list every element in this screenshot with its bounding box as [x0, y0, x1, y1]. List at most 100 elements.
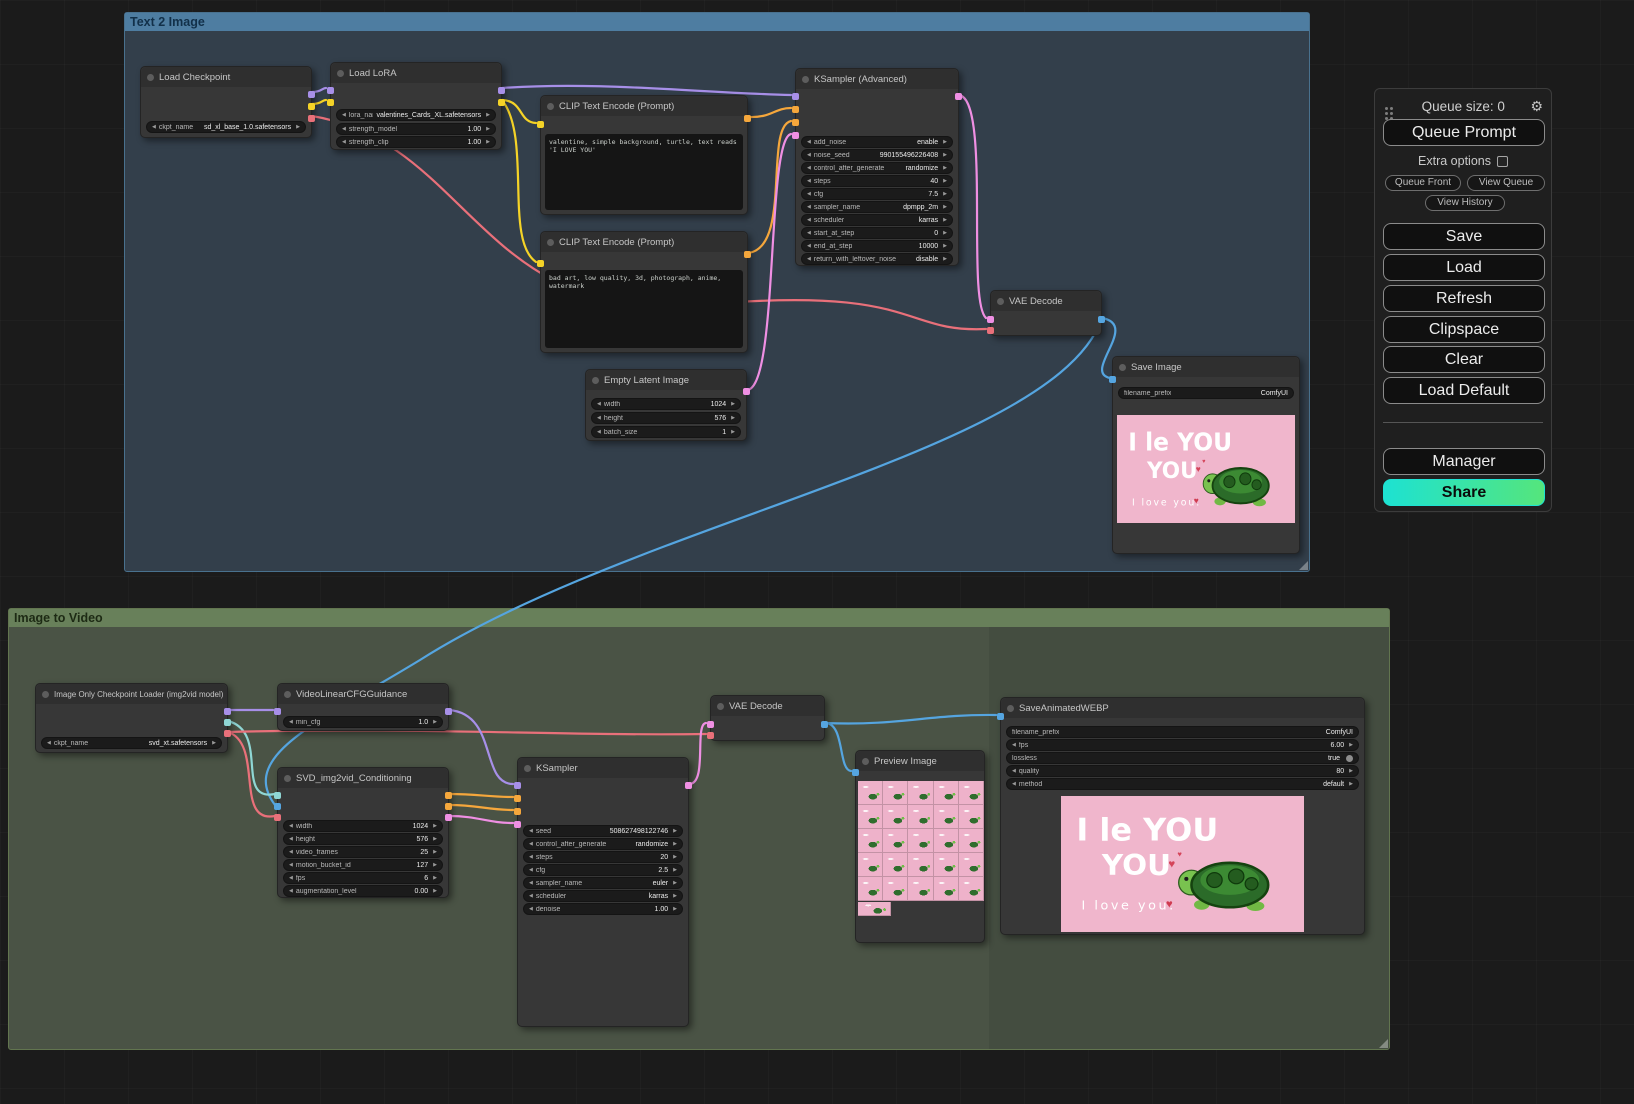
widget-fps[interactable]: fps6.00: [1006, 739, 1359, 751]
port-model-input[interactable]: [327, 87, 334, 94]
collapse-dot-icon[interactable]: [592, 377, 599, 384]
port-samples-input[interactable]: [707, 721, 714, 728]
widget-fps[interactable]: fps6: [283, 872, 443, 884]
widget-height[interactable]: height576: [591, 412, 741, 424]
collapse-dot-icon[interactable]: [547, 103, 554, 110]
widget-cfg[interactable]: cfg7.5: [801, 188, 953, 200]
widget-filename-prefix[interactable]: filename_prefixComfyUI: [1118, 387, 1294, 399]
manager-button[interactable]: Manager: [1383, 448, 1545, 475]
collapse-dot-icon[interactable]: [147, 74, 154, 81]
widget-noise-seed[interactable]: noise_seed990155496226408: [801, 149, 953, 161]
prompt-textarea[interactable]: valentine, simple background, turtle, te…: [545, 134, 743, 210]
port-model-input[interactable]: [514, 782, 521, 789]
queue-front-button[interactable]: Queue Front: [1385, 175, 1461, 191]
widget-sampler-name[interactable]: sampler_nameeuler: [523, 877, 683, 889]
port-clip-input[interactable]: [537, 121, 544, 128]
port-model-input[interactable]: [274, 708, 281, 715]
collapse-dot-icon[interactable]: [284, 775, 291, 782]
widget-height[interactable]: height576: [283, 833, 443, 845]
port-positive-output[interactable]: [445, 792, 452, 799]
node-save-animated-webp[interactable]: SaveAnimatedWEBP filename_prefixComfyUI …: [1000, 697, 1365, 935]
node-empty-latent-image[interactable]: Empty Latent Image width1024 height576 b…: [585, 369, 747, 441]
widget-ckpt-name[interactable]: ckpt_namesvd_xt.safetensors: [41, 737, 222, 749]
port-images-input[interactable]: [997, 713, 1004, 720]
node-graph-canvas[interactable]: Text 2 Image Image to Video: [0, 0, 1634, 1104]
port-vae-input[interactable]: [274, 814, 281, 821]
port-vae-input[interactable]: [987, 327, 994, 334]
widget-lora-name[interactable]: lora_name valentines_Cards_XL.safetensor…: [336, 109, 496, 121]
port-clip-input[interactable]: [537, 260, 544, 267]
extra-options-checkbox[interactable]: [1497, 156, 1508, 167]
widget-sampler-name[interactable]: sampler_namedpmpp_2m: [801, 201, 953, 213]
widget-steps[interactable]: steps40: [801, 175, 953, 187]
group-resize-handle[interactable]: [1379, 1039, 1388, 1048]
widget-ckpt-name[interactable]: ckpt_name sd_xl_base_1.0.safetensors: [146, 121, 306, 133]
node-load-lora[interactable]: Load LoRA lora_name valentines_Cards_XL.…: [330, 62, 502, 150]
collapse-dot-icon[interactable]: [1119, 364, 1126, 371]
collapse-dot-icon[interactable]: [524, 765, 531, 772]
gear-icon[interactable]: ⚙: [1530, 98, 1543, 115]
port-images-input[interactable]: [1109, 376, 1116, 383]
port-samples-input[interactable]: [987, 316, 994, 323]
load-button[interactable]: Load: [1383, 254, 1545, 281]
port-model-input[interactable]: [792, 93, 799, 100]
widget-lossless[interactable]: losslesstrue: [1006, 752, 1359, 764]
port-latent-output[interactable]: [743, 388, 750, 395]
share-button[interactable]: Share: [1383, 479, 1545, 506]
port-latent-output[interactable]: [445, 814, 452, 821]
toggle-dot-icon[interactable]: [1346, 755, 1353, 762]
widget-start-at-step[interactable]: start_at_step0: [801, 227, 953, 239]
port-negative-input[interactable]: [514, 808, 521, 815]
widget-min-cfg[interactable]: min_cfg1.0: [283, 716, 443, 728]
port-clip-vision-output[interactable]: [224, 719, 231, 726]
prompt-textarea[interactable]: bad art, low quality, 3d, photograph, an…: [545, 270, 743, 348]
port-model-output[interactable]: [308, 91, 315, 98]
port-conditioning-output[interactable]: [744, 251, 751, 258]
port-init-image-input[interactable]: [274, 803, 281, 810]
collapse-dot-icon[interactable]: [337, 70, 344, 77]
group-text2image-header[interactable]: Text 2 Image: [125, 13, 1309, 31]
port-images-input[interactable]: [852, 769, 859, 776]
port-negative-output[interactable]: [445, 803, 452, 810]
port-image-output[interactable]: [821, 721, 828, 728]
port-negative-input[interactable]: [792, 119, 799, 126]
group-image2video-header[interactable]: Image to Video: [9, 609, 1389, 627]
node-video-linear-cfg-guidance[interactable]: VideoLinearCFGGuidance min_cfg1.0: [277, 683, 449, 731]
widget-method[interactable]: methoddefault: [1006, 778, 1359, 790]
node-vae-decode-bottom[interactable]: VAE Decode: [710, 695, 825, 741]
widget-scheduler[interactable]: schedulerkarras: [523, 890, 683, 902]
node-clip-text-encode-negative[interactable]: CLIP Text Encode (Prompt) bad art, low q…: [540, 231, 748, 353]
widget-filename-prefix[interactable]: filename_prefixComfyUI: [1006, 726, 1359, 738]
port-model-output[interactable]: [445, 708, 452, 715]
node-image-only-checkpoint-loader[interactable]: Image Only Checkpoint Loader (img2vid mo…: [35, 683, 228, 753]
node-preview-image[interactable]: Preview Image: [855, 750, 985, 943]
node-svd-img2vid-conditioning[interactable]: SVD_img2vid_Conditioning width1024 heigh…: [277, 767, 449, 898]
port-latent-output[interactable]: [955, 93, 962, 100]
collapse-dot-icon[interactable]: [802, 76, 809, 83]
clear-button[interactable]: Clear: [1383, 346, 1545, 373]
refresh-button[interactable]: Refresh: [1383, 285, 1545, 312]
widget-width[interactable]: width1024: [591, 398, 741, 410]
port-latent-input[interactable]: [792, 132, 799, 139]
node-clip-text-encode-positive[interactable]: CLIP Text Encode (Prompt) valentine, sim…: [540, 95, 748, 215]
load-default-button[interactable]: Load Default: [1383, 377, 1545, 404]
widget-add-noise[interactable]: add_noiseenable: [801, 136, 953, 148]
port-vae-output[interactable]: [224, 730, 231, 737]
drag-handle-icon[interactable]: [1385, 107, 1388, 110]
node-ksampler[interactable]: KSampler seed508627498122746 control_aft…: [517, 757, 689, 1027]
queue-prompt-button[interactable]: Queue Prompt: [1383, 119, 1545, 146]
clipspace-button[interactable]: Clipspace: [1383, 316, 1545, 343]
save-button[interactable]: Save: [1383, 223, 1545, 250]
node-load-checkpoint[interactable]: Load Checkpoint ckpt_name sd_xl_base_1.0…: [140, 66, 312, 138]
collapse-dot-icon[interactable]: [284, 691, 291, 698]
node-save-image[interactable]: Save Image filename_prefixComfyUI I le Y…: [1112, 356, 1300, 554]
widget-motion-bucket-id[interactable]: motion_bucket_id127: [283, 859, 443, 871]
widget-augmentation-level[interactable]: augmentation_level0.00: [283, 885, 443, 897]
port-vae-input[interactable]: [707, 732, 714, 739]
port-positive-input[interactable]: [514, 795, 521, 802]
port-latent-input[interactable]: [514, 821, 521, 828]
collapse-dot-icon[interactable]: [547, 239, 554, 246]
port-latent-output[interactable]: [685, 782, 692, 789]
widget-batch-size[interactable]: batch_size1: [591, 426, 741, 438]
port-clip-input[interactable]: [327, 99, 334, 106]
